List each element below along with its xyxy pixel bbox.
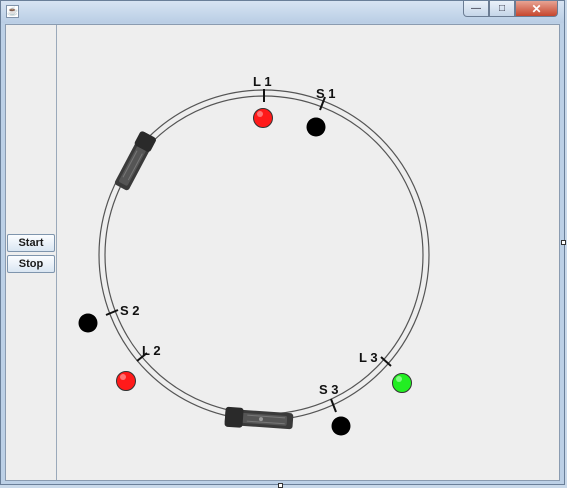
train-locomotive-1 [114, 131, 156, 191]
java-app-icon: ☕ [6, 5, 19, 18]
sensor-s1 [306, 117, 326, 137]
title-bar[interactable]: ☕ — □ ✕ [1, 1, 564, 23]
light-l1-highlight [257, 111, 263, 117]
label-s1: S 1 [316, 86, 336, 101]
light-l2-red [116, 371, 136, 391]
maximize-icon[interactable]: □ [489, 1, 515, 17]
close-icon[interactable]: ✕ [515, 1, 558, 17]
content-area: Start Stop L 1 S 1 S 2 L 2 L 3 S 3 [5, 24, 560, 481]
label-s3: S 3 [319, 382, 339, 397]
light-l3-green [392, 373, 412, 393]
label-l3: L 3 [359, 350, 378, 365]
light-l1-red [253, 108, 273, 128]
start-button[interactable]: Start [7, 234, 55, 252]
stop-button[interactable]: Stop [7, 255, 55, 273]
resize-handle-bottom[interactable] [278, 483, 283, 488]
train-locomotive-2 [224, 406, 294, 430]
resize-handle-right[interactable] [561, 240, 566, 245]
label-l1: L 1 [253, 74, 272, 89]
window-controls: — □ ✕ [463, 1, 558, 18]
light-l3-highlight [396, 376, 402, 382]
sensor-s2 [78, 313, 98, 333]
app-window: ☕ — □ ✕ Start Stop L 1 S 1 S 2 L 2 L 3 S… [0, 0, 565, 485]
control-panel: Start Stop [6, 25, 57, 480]
track-canvas: L 1 S 1 S 2 L 2 L 3 S 3 [78, 74, 430, 436]
light-l2-highlight [120, 374, 126, 380]
minimize-icon[interactable]: — [463, 1, 489, 17]
sensor-s3 [331, 416, 351, 436]
label-l2: L 2 [142, 343, 161, 358]
label-s2: S 2 [120, 303, 140, 318]
